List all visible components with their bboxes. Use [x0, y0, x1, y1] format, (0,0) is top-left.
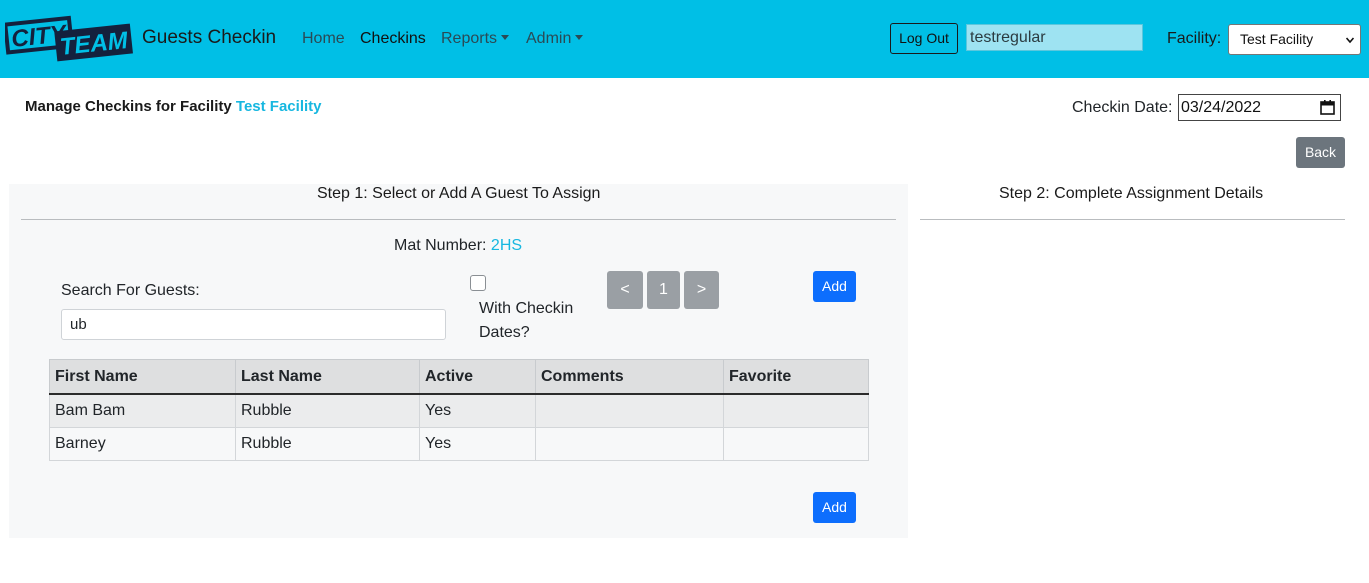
pager-prev-button[interactable]: < [607, 271, 643, 309]
nav-checkins[interactable]: Checkins [360, 29, 426, 49]
cell-first-name: Bam Bam [49, 393, 236, 428]
column-header-favorite[interactable]: Favorite [723, 359, 869, 395]
nav-admin-dropdown[interactable]: Admin [526, 29, 584, 49]
checkin-date-value: 03/24/2022 [1181, 99, 1262, 116]
page-title-prefix: Manage Checkins for Facility [25, 98, 232, 115]
nav-home[interactable]: Home [302, 29, 345, 49]
cell-comments [535, 427, 724, 461]
table-row[interactable]: Barney Rubble Yes [49, 427, 869, 461]
top-navbar: CITY TEAM Guests Checkin Home Checkins R… [0, 0, 1369, 78]
page-title-facility: Test Facility [235, 98, 322, 115]
step2-title: Step 2: Complete Assignment Details [999, 185, 1264, 202]
facility-select[interactable]: Test Facility [1228, 24, 1361, 55]
chevron-down-icon [1346, 37, 1354, 44]
column-header-first-name[interactable]: First Name [49, 359, 236, 395]
checkin-date-input[interactable]: 03/24/2022 [1178, 94, 1341, 121]
facility-label: Facility: [1167, 30, 1222, 47]
mat-number-value: 2HS [490, 237, 523, 254]
with-checkin-dates-checkbox[interactable] [470, 275, 486, 291]
cell-active: Yes [419, 393, 536, 428]
column-header-last-name[interactable]: Last Name [235, 359, 420, 395]
cell-first-name: Barney [49, 427, 236, 461]
search-label: Search For Guests: [61, 282, 200, 299]
nav-reports-dropdown[interactable]: Reports [441, 29, 510, 49]
nav-reports-label: Reports [441, 30, 498, 47]
step2-divider [920, 219, 1345, 220]
username-field[interactable]: testregular [966, 24, 1143, 51]
cell-favorite [723, 393, 869, 428]
nav-checkins-label: Checkins [360, 30, 426, 47]
step1-divider [21, 219, 896, 220]
cell-favorite [723, 427, 869, 461]
with-checkin-dates-label: With Checkin Dates? [479, 300, 574, 341]
facility-selected-value: Test Facility [1240, 31, 1314, 47]
step1-title: Step 1: Select or Add A Guest To Assign [317, 185, 601, 202]
logout-button[interactable]: Log Out [890, 23, 958, 54]
add-guest-button-bottom[interactable]: Add [813, 492, 856, 523]
pager-next-button[interactable]: > [684, 271, 719, 309]
table-header-row: First Name Last Name Active Comments Fav… [49, 359, 869, 395]
cell-last-name: Rubble [235, 393, 420, 428]
nav-home-label: Home [302, 30, 345, 47]
nav-admin-label: Admin [526, 30, 572, 47]
svg-text:TEAM: TEAM [59, 27, 130, 61]
app-brand[interactable]: Guests Checkin [142, 26, 276, 50]
mat-number-label: Mat Number: [394, 237, 487, 254]
mat-number: Mat Number: 2HS [394, 236, 522, 256]
caret-down-icon [575, 35, 584, 40]
column-header-active[interactable]: Active [419, 359, 536, 395]
search-input[interactable]: ub [61, 309, 446, 340]
table-row[interactable]: Bam Bam Rubble Yes [49, 393, 869, 428]
cell-last-name: Rubble [235, 427, 420, 461]
cityteam-logo[interactable]: CITY TEAM [3, 12, 134, 65]
back-button[interactable]: Back [1296, 137, 1345, 168]
column-header-comments[interactable]: Comments [535, 359, 724, 395]
page-title: Manage Checkins for Facility Test Facili… [25, 97, 322, 117]
add-guest-button-top[interactable]: Add [813, 271, 856, 302]
pager-page-button[interactable]: 1 [647, 271, 680, 309]
checkin-date-label: Checkin Date: [1072, 99, 1173, 116]
guests-table: First Name Last Name Active Comments Fav… [49, 359, 869, 461]
cell-active: Yes [419, 427, 536, 461]
caret-down-icon [501, 35, 510, 40]
calendar-icon[interactable] [1320, 100, 1335, 115]
cell-comments [535, 393, 724, 428]
